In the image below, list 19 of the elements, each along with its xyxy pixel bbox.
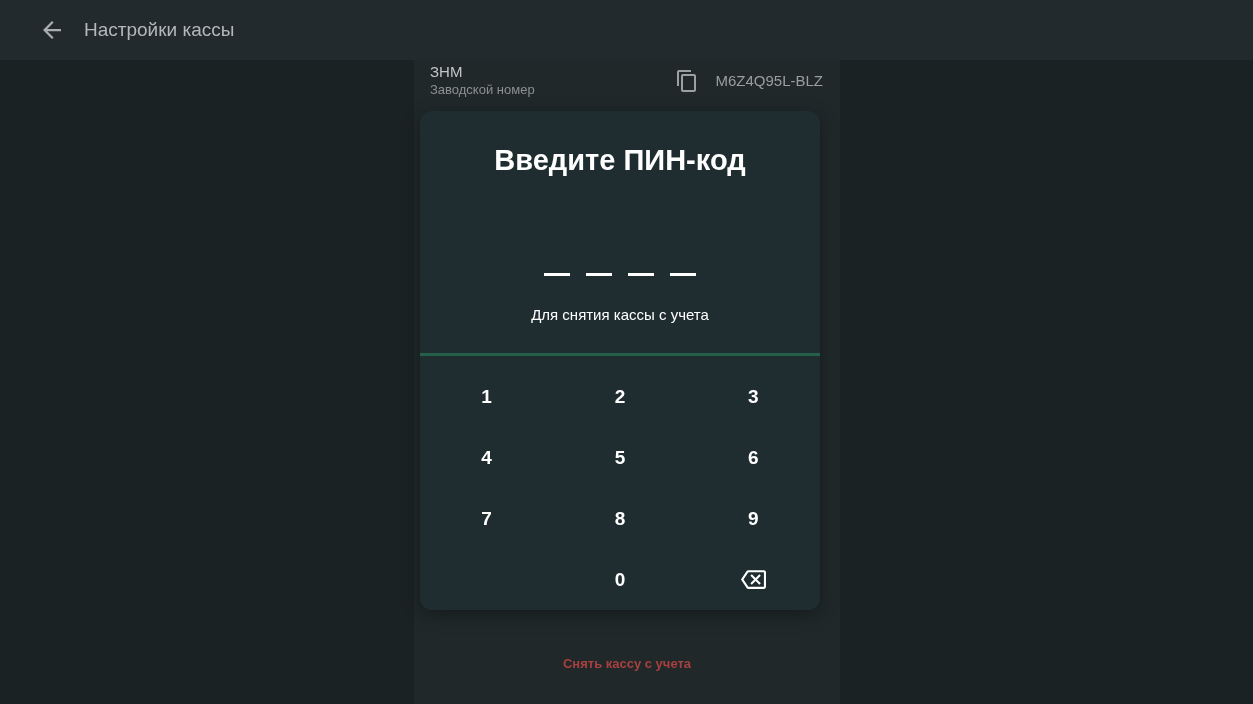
dialog-hint: Для снятия кассы с учета bbox=[531, 306, 709, 324]
keypad-key[interactable]: 2 bbox=[590, 374, 650, 419]
serial-label: ЗНМ bbox=[430, 63, 464, 81]
keypad-key[interactable]: 8 bbox=[590, 496, 650, 541]
copy-icon[interactable] bbox=[677, 69, 697, 92]
back-arrow-icon bbox=[43, 21, 61, 39]
keypad-key[interactable]: 9 bbox=[723, 496, 784, 541]
keypad-key[interactable]: 1 bbox=[456, 374, 517, 419]
page-title: Настройки кассы bbox=[84, 19, 235, 41]
backspace-icon bbox=[740, 570, 766, 589]
serial-caption: Заводской номер bbox=[430, 81, 535, 98]
keypad-key[interactable]: 6 bbox=[723, 435, 784, 480]
keypad-key[interactable]: 0 bbox=[590, 557, 650, 602]
keypad-key[interactable]: 5 bbox=[590, 435, 650, 480]
keypad-key[interactable]: 4 bbox=[456, 435, 517, 480]
dialog-title: Введите ПИН-код bbox=[494, 143, 746, 177]
serial-value: M6Z4Q95L-BLZ bbox=[715, 72, 823, 89]
keypad-key[interactable]: 3 bbox=[723, 374, 784, 419]
keypad-key[interactable]: 7 bbox=[456, 496, 517, 541]
